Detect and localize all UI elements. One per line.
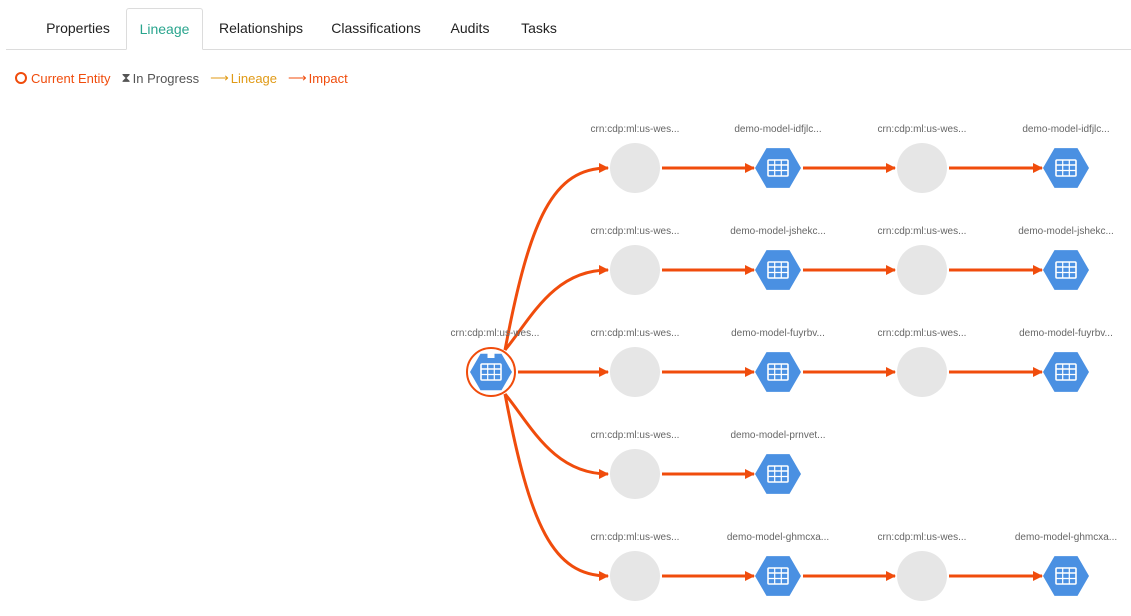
model-node-label: demo-model-fuyrbv... xyxy=(1019,328,1113,339)
model-node-label: demo-model-prnvet... xyxy=(730,430,825,441)
model-node[interactable] xyxy=(755,352,801,392)
model-node[interactable] xyxy=(1043,352,1089,392)
table-hexagon-icon xyxy=(1043,352,1089,392)
process-node[interactable] xyxy=(610,143,660,193)
impact-edge-4 xyxy=(503,393,609,581)
process-node-label: crn:cdp:ml:us-wes... xyxy=(591,124,680,135)
process-node[interactable] xyxy=(897,245,947,295)
model-node-label: demo-model-idfjlc... xyxy=(734,124,821,135)
table-hexagon-icon xyxy=(755,454,801,494)
process-node-label: crn:cdp:ml:us-wes... xyxy=(878,532,967,543)
process-node[interactable] xyxy=(610,245,660,295)
process-node[interactable] xyxy=(897,143,947,193)
process-node[interactable] xyxy=(610,449,660,499)
table-hexagon-icon xyxy=(755,556,801,596)
current-entity-label: crn:cdp:ml:us-wes... xyxy=(451,328,540,339)
table-hexagon-icon xyxy=(1043,250,1089,290)
model-node[interactable] xyxy=(1043,556,1089,596)
table-hexagon-icon xyxy=(1043,556,1089,596)
table-hexagon-icon xyxy=(755,352,801,392)
process-node[interactable] xyxy=(610,551,660,601)
model-node[interactable] xyxy=(755,556,801,596)
model-node-label: demo-model-ghmcxa... xyxy=(1015,532,1117,543)
process-node-label: crn:cdp:ml:us-wes... xyxy=(591,328,680,339)
process-node-label: crn:cdp:ml:us-wes... xyxy=(591,226,680,237)
model-node[interactable] xyxy=(755,454,801,494)
process-node[interactable] xyxy=(897,347,947,397)
process-node-label: crn:cdp:ml:us-wes... xyxy=(591,430,680,441)
model-node-label: demo-model-jshekc... xyxy=(730,226,826,237)
table-hexagon-icon xyxy=(755,250,801,290)
table-hexagon-icon xyxy=(755,148,801,188)
lineage-graph[interactable]: crn:cdp:ml:us-wes... crn:cdp:ml:us-wes...… xyxy=(0,0,1131,616)
model-node-label: demo-model-jshekc... xyxy=(1018,226,1114,237)
process-node[interactable] xyxy=(610,347,660,397)
mini-table-icon xyxy=(487,352,495,358)
process-node-label: crn:cdp:ml:us-wes... xyxy=(878,328,967,339)
process-node-label: crn:cdp:ml:us-wes... xyxy=(591,532,680,543)
process-node-label: crn:cdp:ml:us-wes... xyxy=(878,124,967,135)
impact-edge-0 xyxy=(503,163,609,351)
process-node[interactable] xyxy=(897,551,947,601)
table-hexagon-icon xyxy=(1043,148,1089,188)
current-entity-node[interactable] xyxy=(466,347,516,397)
model-node-label: demo-model-fuyrbv... xyxy=(731,328,825,339)
graph-nodes: crn:cdp:ml:us-wes... crn:cdp:ml:us-wes...… xyxy=(451,124,1117,601)
model-node[interactable] xyxy=(1043,250,1089,290)
model-node-label: demo-model-ghmcxa... xyxy=(727,532,829,543)
model-node[interactable] xyxy=(1043,148,1089,188)
model-node[interactable] xyxy=(755,250,801,290)
process-node-label: crn:cdp:ml:us-wes... xyxy=(878,226,967,237)
model-node-label: demo-model-idfjlc... xyxy=(1022,124,1109,135)
model-node[interactable] xyxy=(755,148,801,188)
